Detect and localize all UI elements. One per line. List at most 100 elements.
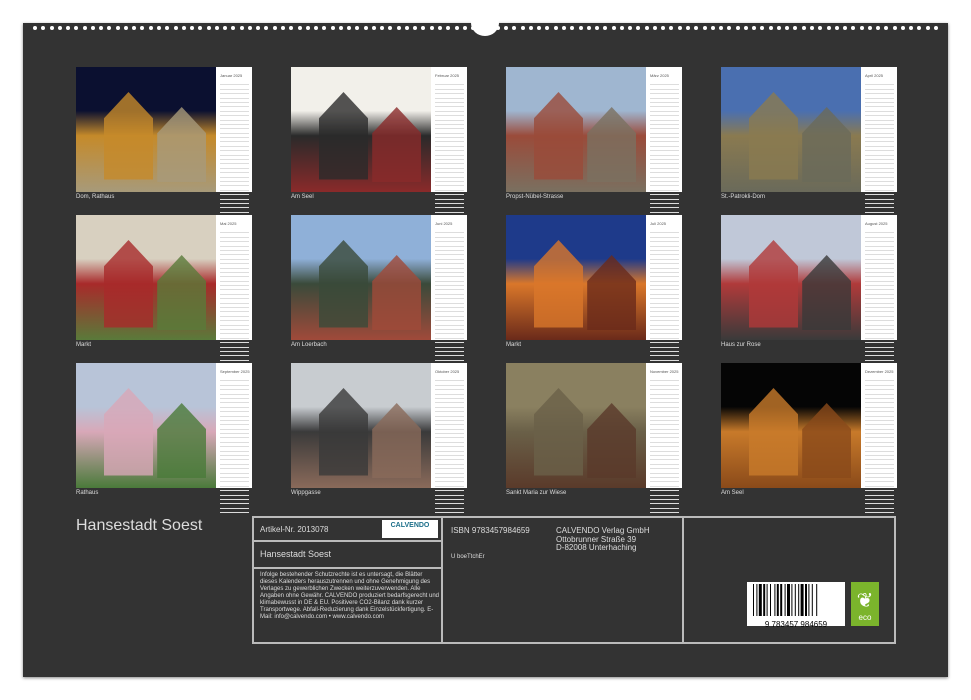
building-shape: [749, 388, 798, 476]
month-panel: September 2025 Rathaus: [76, 363, 252, 488]
binding-hole: [41, 26, 45, 30]
month-photo: [721, 67, 861, 192]
building-shape: [319, 92, 368, 180]
binding-hole: [628, 26, 632, 30]
month-calendar: September 2025: [216, 363, 252, 488]
month-label: Januar 2025: [216, 67, 252, 81]
binding-hole: [66, 26, 70, 30]
binding-hole: [223, 26, 227, 30]
building-shape: [372, 107, 421, 182]
month-panel: Juni 2025 Am Loerbach: [291, 215, 467, 340]
binding-hole: [926, 26, 930, 30]
binding-hole: [909, 26, 913, 30]
month-label: August 2025: [861, 215, 897, 229]
building-shape: [749, 240, 798, 328]
binding-hole: [364, 26, 368, 30]
month-calendar: Juni 2025: [431, 215, 467, 340]
barcode-bar: [756, 584, 757, 616]
barcode-bar: [767, 584, 768, 616]
month-panel: August 2025 Haus zur Rose: [721, 215, 897, 340]
binding-hole: [612, 26, 616, 30]
month-photo: [721, 215, 861, 340]
photo-caption: Am Seel: [721, 490, 744, 496]
barcode-bar: [763, 584, 765, 616]
binding-hole: [901, 26, 905, 30]
binding-hole: [74, 26, 78, 30]
article-box: Artikel-Nr. 2013078 CALVENDO: [252, 516, 443, 542]
leaf-icon: ❦: [851, 588, 879, 613]
barcode-bar: [801, 584, 804, 616]
photo-caption: Markt: [506, 342, 521, 348]
binding-hole: [545, 26, 549, 30]
building-shape: [157, 403, 206, 478]
binding-hole: [851, 26, 855, 30]
binding-hole: [818, 26, 822, 30]
binding-hole: [562, 26, 566, 30]
month-label: Dezember 2025: [861, 363, 897, 377]
binding-hole: [769, 26, 773, 30]
building-shape: [319, 388, 368, 476]
month-photo: [721, 363, 861, 488]
month-photo: [76, 363, 216, 488]
month-label: Juni 2025: [431, 215, 467, 229]
binding-hole: [116, 26, 120, 30]
binding-hole: [843, 26, 847, 30]
building-shape: [372, 255, 421, 330]
binding-hole: [917, 26, 921, 30]
barcode-bar: [770, 584, 771, 616]
binding-hole: [777, 26, 781, 30]
binding-hole: [455, 26, 459, 30]
building-shape: [534, 240, 583, 328]
binding-hole: [215, 26, 219, 30]
binding-hole: [289, 26, 293, 30]
binding-hole: [281, 26, 285, 30]
month-photo: [291, 215, 431, 340]
binding-hole: [132, 26, 136, 30]
month-calendar: Januar 2025: [216, 67, 252, 192]
month-photo: [291, 363, 431, 488]
month-panel: März 2025 Propst-Nübel-Strasse: [506, 67, 682, 192]
binding-hole: [653, 26, 657, 30]
month-panel: Oktober 2025 Wippgasse: [291, 363, 467, 488]
binding-hole: [380, 26, 384, 30]
barcode-bar: [812, 584, 813, 616]
binding-hole: [157, 26, 161, 30]
photo-caption: Am Loerbach: [291, 342, 327, 348]
binding-hole: [149, 26, 153, 30]
building-shape: [534, 388, 583, 476]
binding-hole: [711, 26, 715, 30]
binding-hole: [231, 26, 235, 30]
month-label: Mai 2025: [216, 215, 252, 229]
binding-hole: [322, 26, 326, 30]
binding-hole: [736, 26, 740, 30]
month-calendar: Dezember 2025: [861, 363, 897, 488]
building-shape: [104, 388, 153, 476]
month-photo: [76, 67, 216, 192]
binding-hole: [248, 26, 252, 30]
binding-hole: [802, 26, 806, 30]
month-photo: [291, 67, 431, 192]
binding-hole: [868, 26, 872, 30]
month-label: Juli 2025: [646, 215, 682, 229]
barcode-bar: [774, 584, 775, 616]
day-line: [435, 509, 464, 513]
binding-hole: [884, 26, 888, 30]
legal-box: Infolge bestehender Schutzrechte ist es …: [252, 567, 443, 644]
month-panel: April 2025 St.-Patrokli-Dom: [721, 67, 897, 192]
month-photo: [506, 363, 646, 488]
photo-caption: Rathaus: [76, 490, 98, 496]
month-panel: Januar 2025 Dom, Rathaus: [76, 67, 252, 192]
binding-hole: [421, 26, 425, 30]
binding-hole: [405, 26, 409, 30]
binding-hole: [645, 26, 649, 30]
binding-hole: [298, 26, 302, 30]
binding-hole: [99, 26, 103, 30]
barcode-bar: [759, 584, 762, 616]
publisher-city: D-82008 Unterhaching: [556, 543, 637, 552]
calvendo-logo: CALVENDO: [382, 520, 438, 538]
binding-hole: [636, 26, 640, 30]
binding-hole: [256, 26, 260, 30]
building-shape: [104, 240, 153, 328]
building-shape: [104, 92, 153, 180]
month-calendar: Juli 2025: [646, 215, 682, 340]
